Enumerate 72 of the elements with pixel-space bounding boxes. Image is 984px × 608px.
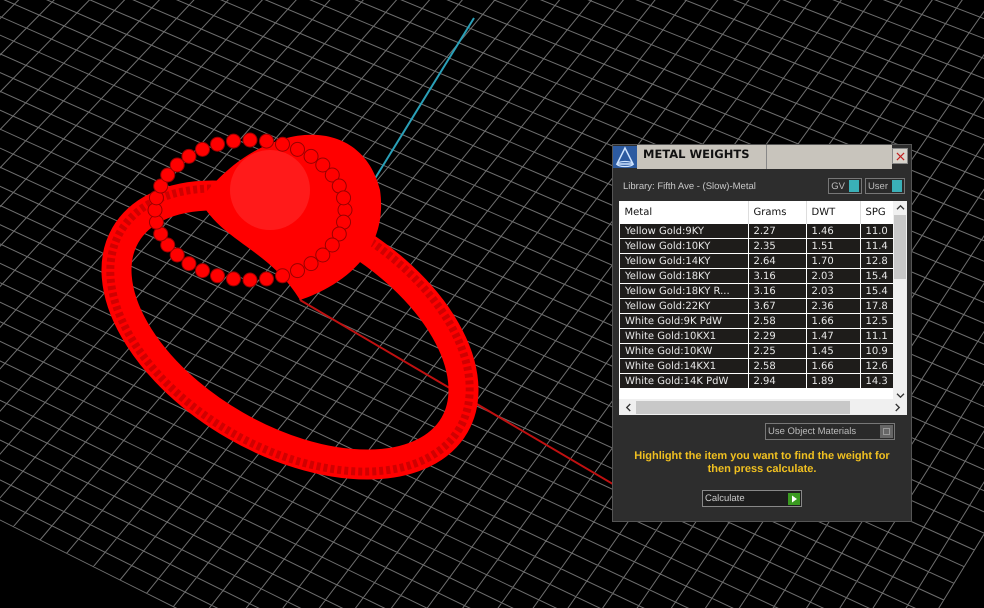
- close-button[interactable]: [892, 148, 908, 164]
- table-cell: 1.89: [806, 374, 860, 388]
- table-cell: 1.45: [806, 344, 860, 358]
- vertical-scrollbar[interactable]: [893, 201, 907, 399]
- table-row[interactable]: White Gold:9K PdW 2.58 1.66 12.5: [620, 314, 893, 328]
- table-row[interactable]: White Gold:14KX1 2.58 1.66 12.6: [620, 358, 893, 374]
- horizontal-scrollbar[interactable]: [619, 399, 907, 415]
- table-cell: 2.36: [806, 298, 860, 314]
- table-row[interactable]: Yellow Gold:9KY 2.27 1.46 11.0: [620, 224, 893, 238]
- table-cell: 1.66: [806, 358, 860, 374]
- column-header[interactable]: DWT: [806, 201, 860, 224]
- cone-icon: [613, 146, 637, 168]
- table-cell: 15.4: [860, 284, 893, 298]
- table-cell: White Gold:10KW: [620, 344, 748, 358]
- table-row[interactable]: Yellow Gold:18KY R... 3.16 2.03 15.4: [620, 284, 893, 298]
- table-cell: 1.70: [806, 254, 860, 268]
- table-row[interactable]: White Gold:14K PdW 2.94 1.89 14.3: [620, 374, 893, 388]
- table-cell: 2.29: [748, 328, 806, 344]
- table-row[interactable]: White Gold:10KX1 2.29 1.47 11.1: [620, 328, 893, 344]
- table-cell: 3.16: [748, 284, 806, 298]
- table-cell: 11.4: [860, 238, 893, 254]
- table-cell: 3.67: [748, 298, 806, 314]
- table-cell: 2.64: [748, 254, 806, 268]
- table-cell: Yellow Gold:18KY: [620, 268, 748, 284]
- table-cell: 3.16: [748, 268, 806, 284]
- toggle-switch[interactable]: User: [864, 178, 905, 194]
- table-cell: Yellow Gold:18KY R...: [620, 284, 748, 298]
- table-cell: Yellow Gold:10KY: [620, 238, 748, 254]
- table-cell: 15.4: [860, 268, 893, 284]
- table-cell: 1.66: [806, 314, 860, 328]
- window-title: METAL WEIGHTS: [637, 145, 767, 169]
- table-cell: 2.27: [748, 224, 806, 238]
- column-header[interactable]: Grams: [748, 201, 806, 224]
- toggle-switch[interactable]: GV: [828, 178, 862, 194]
- play-icon: [788, 492, 800, 504]
- table-cell: 2.25: [748, 344, 806, 358]
- table-row[interactable]: Yellow Gold:18KY 3.16 2.03 15.4: [620, 268, 893, 284]
- table-cell: White Gold:14KX1: [620, 358, 748, 374]
- table-cell: 12.5: [860, 314, 893, 328]
- table-cell: 12.8: [860, 254, 893, 268]
- table-cell: 2.94: [748, 374, 806, 388]
- table-cell: White Gold:14K PdW: [620, 374, 748, 388]
- table-cell: 11.0: [860, 224, 893, 238]
- table-cell: 1.46: [806, 224, 860, 238]
- instruction-text: Highlight the item you want to find the weight for then press calculate.: [633, 450, 891, 476]
- table-cell: 2.58: [748, 358, 806, 374]
- table-cell: 17.8: [860, 298, 893, 314]
- table-cell: 1.47: [806, 328, 860, 344]
- table-row[interactable]: White Gold:10KW 2.25 1.45 10.9: [620, 344, 893, 358]
- table-cell: 12.6: [860, 358, 893, 374]
- table-cell: 10.9: [860, 344, 893, 358]
- close-icon: [896, 152, 904, 160]
- table-cell: Yellow Gold:14KY: [620, 254, 748, 268]
- table-cell: 14.3: [860, 374, 893, 388]
- calculate-button[interactable]: Calculate: [702, 490, 802, 507]
- table-row[interactable]: Yellow Gold:14KY 2.64 1.70 12.8: [620, 254, 893, 268]
- table-cell: 2.58: [748, 314, 806, 328]
- library-label: Library: Fifth Ave - (Slow)-Metal: [622, 180, 756, 192]
- table-cell: Yellow Gold:9KY: [620, 224, 748, 238]
- table-cell: 11.1: [860, 328, 893, 344]
- table-cell: 2.03: [806, 284, 860, 298]
- table-cell: White Gold:9K PdW: [620, 314, 748, 328]
- table-cell: 2.35: [748, 238, 806, 254]
- scrollbar-thumb[interactable]: [636, 400, 850, 414]
- table-cell: Yellow Gold:22KY: [620, 298, 748, 314]
- scrollbar-thumb[interactable]: [894, 215, 906, 279]
- table-row[interactable]: Yellow Gold:10KY 2.35 1.51 11.4: [620, 238, 893, 254]
- table-cell: 2.03: [806, 268, 860, 284]
- table-row[interactable]: Yellow Gold:22KY 3.67 2.36 17.8: [620, 298, 893, 314]
- table-cell: 1.51: [806, 238, 860, 254]
- use-object-materials-toggle[interactable]: Use Object Materials: [765, 423, 895, 440]
- table-cell: White Gold:10KX1: [620, 328, 748, 344]
